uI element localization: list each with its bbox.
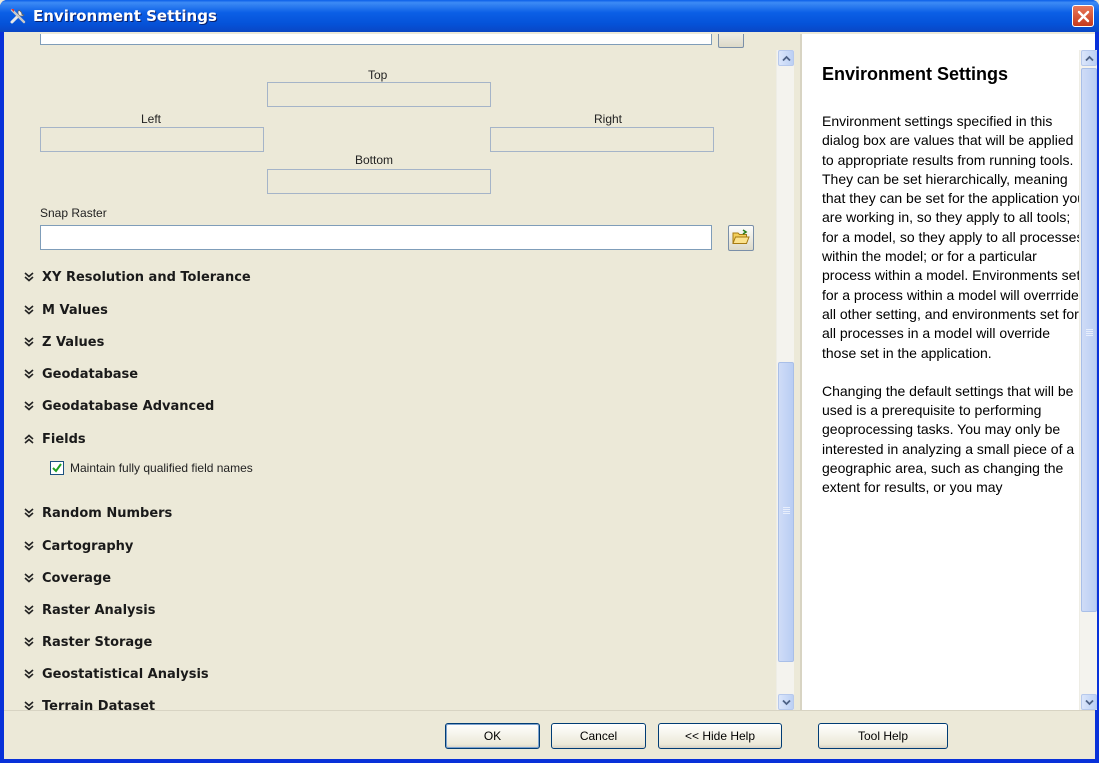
hide-help-button[interactable]: << Hide Help: [658, 723, 782, 749]
scroll-thumb[interactable]: [778, 362, 794, 662]
tools-icon: [9, 7, 27, 25]
section-raster-storage[interactable]: Raster Storage: [24, 632, 152, 652]
help-paragraph: Environment settings specified in this d…: [822, 113, 1086, 361]
folder-open-icon: [732, 229, 750, 244]
snap-raster-input[interactable]: [40, 225, 712, 250]
scroll-up-button[interactable]: [778, 50, 794, 66]
section-random-numbers[interactable]: Random Numbers: [24, 503, 172, 523]
partial-browse-button[interactable]: [718, 34, 744, 48]
fully-qualified-names-option[interactable]: Maintain fully qualified field names: [50, 459, 253, 477]
tool-help-button[interactable]: Tool Help: [818, 723, 948, 749]
settings-scrollbar[interactable]: [776, 50, 794, 710]
ok-button[interactable]: OK: [445, 723, 540, 749]
section-label: Cartography: [42, 538, 134, 554]
chevron-down-icon: [24, 573, 36, 583]
help-title: Environment Settings: [822, 64, 1009, 84]
section-fields[interactable]: Fields: [24, 429, 86, 449]
settings-pane: Top Left Right Bottom Snap Raster XY Res…: [10, 34, 776, 710]
window-title: Environment Settings: [33, 7, 217, 25]
section-coverage[interactable]: Coverage: [24, 568, 111, 588]
section-label: Fields: [42, 431, 86, 447]
extent-right-label: Right: [594, 112, 623, 126]
section-label: M Values: [42, 302, 108, 318]
section-label: Coverage: [42, 570, 112, 586]
section-terrain-dataset[interactable]: Terrain Dataset: [24, 696, 155, 710]
section-label: Geodatabase: [42, 366, 139, 382]
snap-raster-browse-button[interactable]: [728, 225, 754, 251]
chevron-down-icon: [24, 369, 36, 379]
section-label: Z Values: [42, 334, 105, 350]
section-xy-resolution[interactable]: XY Resolution and Tolerance: [24, 267, 251, 287]
section-label: Raster Storage: [42, 634, 153, 650]
chevron-down-icon: [782, 699, 791, 706]
chevron-down-icon: [24, 272, 36, 282]
chevron-down-icon: [24, 305, 36, 315]
chevron-down-icon: [24, 701, 36, 710]
chevron-down-icon: [24, 337, 36, 347]
checkmark-icon: [52, 463, 62, 473]
partial-field[interactable]: [40, 34, 712, 45]
section-label: XY Resolution and Tolerance: [42, 269, 251, 285]
extent-top-label: Top: [368, 68, 388, 82]
section-geostatistical-analysis[interactable]: Geostatistical Analysis: [24, 664, 209, 684]
help-scroll-thumb[interactable]: [1081, 68, 1097, 612]
chevron-up-icon: [1085, 55, 1094, 62]
chevron-down-icon: [24, 508, 36, 518]
chevron-up-icon: [782, 55, 791, 62]
chevron-down-icon: [24, 605, 36, 615]
help-scroll-down-button[interactable]: [1081, 694, 1097, 710]
extent-left-label: Left: [141, 112, 162, 126]
cancel-button[interactable]: Cancel: [551, 723, 646, 749]
section-label: Geodatabase Advanced: [42, 398, 215, 414]
section-z-values[interactable]: Z Values: [24, 332, 104, 352]
chevron-down-icon: [24, 669, 36, 679]
section-label: Geostatistical Analysis: [42, 666, 209, 682]
section-label: Raster Analysis: [42, 602, 156, 618]
section-cartography[interactable]: Cartography: [24, 536, 133, 556]
extent-right-field[interactable]: [490, 127, 714, 152]
extent-bottom-label: Bottom: [355, 153, 394, 167]
chevron-down-icon: [1085, 699, 1094, 706]
scroll-down-button[interactable]: [778, 694, 794, 710]
fully-qualified-names-checkbox[interactable]: [50, 461, 64, 475]
section-geodatabase[interactable]: Geodatabase: [24, 364, 138, 384]
dialog-window: Environment Settings Top Left Right Bott…: [0, 0, 1099, 763]
snap-raster-label: Snap Raster: [40, 206, 107, 220]
chevron-down-icon: [24, 401, 36, 411]
button-bar: OK Cancel << Hide Help Tool Help: [4, 710, 1095, 759]
section-label: Random Numbers: [42, 505, 173, 521]
section-label: Terrain Dataset: [42, 698, 156, 711]
section-geodatabase-advanced[interactable]: Geodatabase Advanced: [24, 396, 214, 416]
help-paragraph: Changing the default settings that will …: [822, 382, 1075, 496]
extent-left-field[interactable]: [40, 127, 264, 152]
extent-top-field[interactable]: [267, 82, 491, 107]
fully-qualified-names-label: Maintain fully qualified field names: [70, 461, 253, 475]
help-body: Environment settings specified in this d…: [822, 112, 1086, 517]
section-raster-analysis[interactable]: Raster Analysis: [24, 600, 155, 620]
help-scrollbar[interactable]: [1079, 50, 1097, 710]
section-m-values[interactable]: M Values: [24, 300, 108, 320]
chevron-up-icon: [24, 434, 36, 444]
chevron-down-icon: [24, 541, 36, 551]
close-button[interactable]: [1072, 5, 1094, 27]
help-scroll-up-button[interactable]: [1081, 50, 1097, 66]
title-bar[interactable]: Environment Settings: [0, 0, 1099, 32]
dialog-client-area: Top Left Right Bottom Snap Raster XY Res…: [4, 32, 1097, 759]
chevron-down-icon: [24, 637, 36, 647]
help-pane: Environment Settings Environment setting…: [800, 34, 1095, 710]
extent-bottom-field[interactable]: [267, 169, 491, 194]
close-icon: [1077, 10, 1090, 23]
